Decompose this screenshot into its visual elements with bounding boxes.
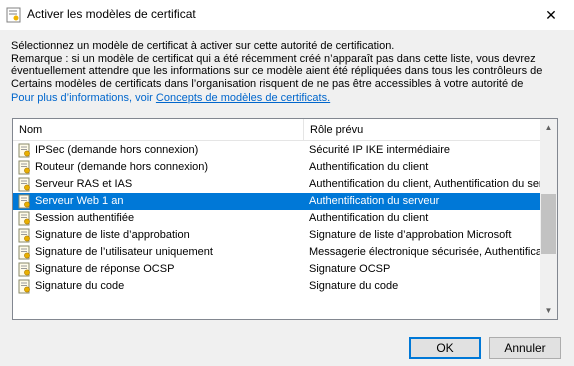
template-role: Authentification du client, Authentifica… — [309, 178, 541, 190]
template-name: Serveur RAS et IAS — [35, 178, 133, 190]
template-row[interactable]: Serveur RAS et IAS Authentification du cl… — [13, 176, 541, 193]
template-name: Session authentifiée — [35, 212, 135, 224]
certificate-template-icon — [18, 228, 32, 243]
description-line: Sélectionnez un modèle de certificat à a… — [11, 40, 395, 52]
template-role: Sécurité IP IKE intermédiaire — [309, 144, 451, 156]
certificate-template-icon — [18, 160, 32, 175]
window-title: Activer les modèles de certificat — [27, 7, 196, 21]
template-role: Signature OCSP — [309, 263, 391, 275]
template-row[interactable]: Serveur Web 1 an Authentification du serv… — [13, 193, 541, 210]
template-role: Authentification du client — [309, 161, 429, 173]
template-row[interactable]: Session authentifiée Authentification du … — [13, 210, 541, 227]
list-header: Nom Rôle prévu — [13, 119, 541, 141]
concepts-link[interactable]: Concepts de modèles de certificats. — [156, 92, 330, 104]
template-row[interactable]: Signature de l’utilisateur uniquement Mes… — [13, 244, 541, 261]
certificate-template-icon — [18, 279, 32, 294]
template-role: Signature du code — [309, 280, 399, 292]
certificate-template-icon — [18, 211, 32, 226]
more-info-line: Pour plus d’informations, voir Concepts … — [11, 92, 330, 104]
template-name: Signature de liste d’approbation — [35, 229, 190, 241]
template-role: Authentification du serveur — [309, 195, 440, 207]
template-row[interactable]: Signature de liste d’approbation Signatur… — [13, 227, 541, 244]
description-line: Remarque : si un modèle de certificat qu… — [11, 52, 536, 65]
more-info-prefix: Pour plus d’informations, voir — [11, 92, 156, 104]
template-role: Messagerie électronique sécurisée, Authe… — [309, 246, 541, 258]
template-role: Authentification du client — [309, 212, 429, 224]
certificate-template-icon — [18, 177, 32, 192]
certificate-template-icon — [18, 194, 32, 209]
template-name: Signature de l’utilisateur uniquement — [35, 246, 213, 258]
description-line: Certains modèles de certificats dans l’o… — [11, 78, 524, 91]
template-row[interactable]: IPSec (demande hors connexion) Sécurité I… — [13, 142, 541, 159]
title-bar: Activer les modèles de certificat ✕ — [0, 0, 574, 30]
description-text: Sélectionnez un modèle de certificat à a… — [11, 40, 567, 91]
certificate-template-icon — [18, 245, 32, 260]
template-name: Signature de réponse OCSP — [35, 263, 175, 275]
cancel-button[interactable]: Annuler — [489, 337, 561, 359]
vertical-scrollbar[interactable]: ▲ ▼ — [540, 119, 557, 319]
scroll-up-icon[interactable]: ▲ — [540, 119, 557, 136]
template-name: Serveur Web 1 an — [35, 195, 124, 207]
column-header-name[interactable]: Nom — [13, 119, 304, 141]
template-row-partial[interactable] — [13, 295, 541, 305]
template-role: Signature de liste d’approbation Microso… — [309, 229, 512, 241]
column-header-role[interactable]: Rôle prévu — [304, 119, 541, 141]
scrollbar-thumb[interactable] — [541, 194, 556, 255]
certificate-template-icon — [18, 262, 32, 277]
template-name: Signature du code — [35, 280, 125, 292]
close-button[interactable]: ✕ — [528, 0, 574, 30]
certificate-app-icon — [6, 7, 21, 23]
scroll-down-icon[interactable]: ▼ — [540, 302, 557, 319]
close-icon: ✕ — [545, 6, 557, 23]
template-name: Routeur (demande hors connexion) — [35, 161, 209, 173]
template-row[interactable]: Routeur (demande hors connexion) Authenti… — [13, 159, 541, 176]
list-rows: IPSec (demande hors connexion) Sécurité I… — [13, 142, 541, 305]
ok-button[interactable]: OK — [409, 337, 481, 359]
description-line: éventuellement attendre que les informat… — [11, 65, 543, 78]
certificate-template-icon — [18, 143, 32, 158]
template-list[interactable]: Nom Rôle prévu IPSec (demande hors conne… — [12, 118, 558, 320]
template-name: IPSec (demande hors connexion) — [35, 144, 199, 156]
template-row[interactable]: Signature de réponse OCSP Signature OCSP — [13, 261, 541, 278]
template-row[interactable]: Signature du code Signature du code — [13, 278, 541, 295]
